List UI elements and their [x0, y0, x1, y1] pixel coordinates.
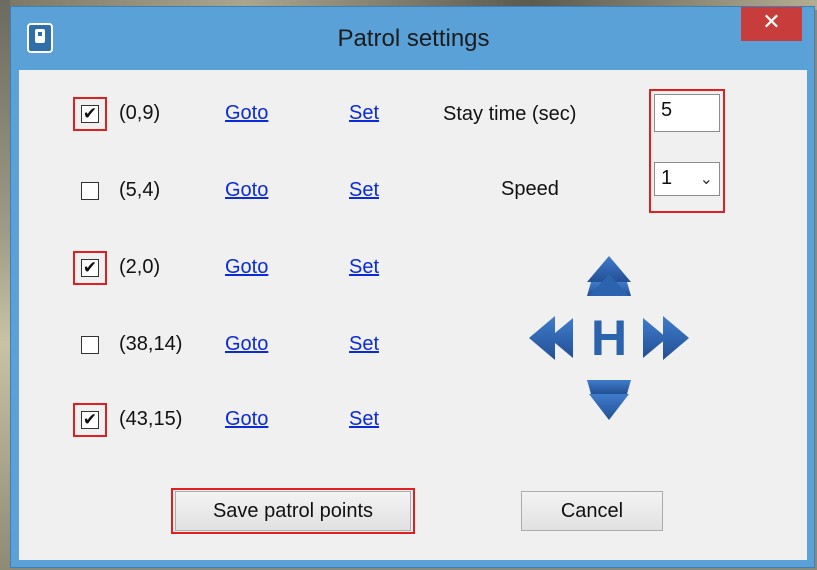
chevron-down-icon: ⌄ — [699, 169, 713, 188]
set-link[interactable]: Set — [349, 408, 379, 431]
svg-text:H: H — [591, 310, 627, 366]
set-link[interactable]: Set — [349, 102, 379, 125]
patrol-point-checkbox[interactable] — [81, 336, 99, 354]
close-button[interactable]: ✕ — [741, 7, 802, 41]
patrol-settings-dialog: Patrol settings ✕ ✔ (0,9) Goto Set (5,4)… — [10, 6, 815, 568]
patrol-point-row: ✔ (43,15) Goto Set — [19, 402, 419, 442]
set-link[interactable]: Set — [349, 333, 379, 356]
patrol-point-coord: (38,14) — [119, 333, 183, 355]
title-bar: Patrol settings ✕ — [11, 7, 814, 70]
checkbox-highlight: ✔ — [73, 403, 107, 437]
arrow-up-icon[interactable] — [587, 256, 631, 296]
home-icon[interactable]: H — [591, 310, 627, 366]
patrol-point-row: (38,14) Goto Set — [19, 327, 419, 367]
arrow-right-icon[interactable] — [643, 316, 689, 360]
checkbox-highlight: ✔ — [73, 251, 107, 285]
background-left — [0, 0, 10, 570]
save-patrol-points-button[interactable]: Save patrol points — [175, 491, 411, 531]
checkbox-wrap — [73, 328, 107, 362]
set-link[interactable]: Set — [349, 179, 379, 202]
set-link[interactable]: Set — [349, 256, 379, 279]
goto-link[interactable]: Goto — [225, 408, 268, 431]
checkbox-wrap — [73, 174, 107, 208]
dialog-body: ✔ (0,9) Goto Set (5,4) Goto Set ✔ (2,0) … — [19, 70, 807, 560]
patrol-point-row: ✔ (0,9) Goto Set — [19, 96, 419, 136]
dialog-title: Patrol settings — [337, 25, 490, 52]
patrol-point-checkbox[interactable]: ✔ — [81, 259, 99, 277]
stay-time-label: Stay time (sec) — [443, 103, 577, 125]
patrol-point-coord: (0,9) — [119, 102, 161, 124]
direction-pad: H — [519, 248, 699, 428]
patrol-point-checkbox[interactable]: ✔ — [81, 105, 99, 123]
goto-link[interactable]: Goto — [225, 256, 268, 279]
patrol-point-checkbox[interactable] — [81, 182, 99, 200]
cancel-button[interactable]: Cancel — [521, 491, 663, 531]
patrol-point-coord: (2,0) — [119, 256, 161, 278]
speed-label: Speed — [501, 178, 559, 200]
patrol-point-coord: (5,4) — [119, 179, 161, 201]
checkbox-highlight: ✔ — [73, 97, 107, 131]
patrol-point-checkbox[interactable]: ✔ — [81, 411, 99, 429]
goto-link[interactable]: Goto — [225, 333, 268, 356]
speed-value: 1 — [661, 167, 673, 189]
patrol-point-row: (5,4) Goto Set — [19, 173, 419, 213]
stay-time-input[interactable]: 5 — [654, 94, 720, 132]
arrow-down-icon[interactable] — [587, 380, 631, 420]
patrol-point-coord: (43,15) — [119, 408, 183, 430]
speed-dropdown[interactable]: 1 ⌄ — [654, 162, 720, 196]
goto-link[interactable]: Goto — [225, 102, 268, 125]
patrol-point-row: ✔ (2,0) Goto Set — [19, 250, 419, 290]
arrow-left-icon[interactable] — [529, 316, 573, 360]
goto-link[interactable]: Goto — [225, 179, 268, 202]
